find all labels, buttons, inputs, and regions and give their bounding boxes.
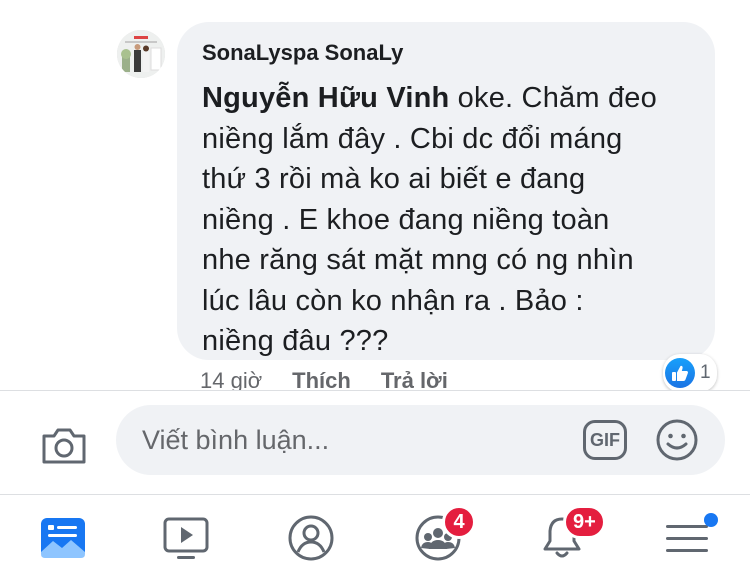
avatar-image — [117, 30, 165, 78]
tab-watch[interactable] — [161, 513, 217, 569]
comment-mention[interactable]: Nguyễn Hữu Vinh — [202, 82, 449, 114]
like-reaction-icon — [665, 358, 695, 388]
menu-new-indicator — [704, 513, 718, 527]
reaction-count: 1 — [700, 362, 711, 383]
comment-line: nhe răng sát mặt mng có ng nhìn — [202, 244, 634, 276]
comment-line: lúc lâu còn ko nhận ra . Bảo : — [202, 284, 584, 317]
groups-badge: 4 — [442, 505, 476, 539]
profile-icon — [288, 515, 334, 561]
comment-line: niềng . E khoe đang niềng toàn — [202, 203, 610, 236]
reaction-summary[interactable]: 1 — [663, 354, 717, 392]
comment-bubble: SonaLyspa SonaLy Nguyễn Hữu Vinh oke. Ch… — [177, 22, 715, 360]
comment-input-placeholder: Viết bình luận... — [142, 424, 330, 455]
comment-composer: Viết bình luận... GIF — [0, 390, 750, 495]
tab-notifications[interactable]: 9+ — [537, 505, 606, 569]
tab-profile[interactable] — [286, 513, 342, 569]
comment-line: niềng đâu ??? — [202, 325, 389, 357]
tab-menu[interactable] — [662, 513, 718, 569]
comment-line: thứ 3 rồi mà ko ai biết e đang — [202, 163, 586, 195]
gif-button[interactable]: GIF — [583, 420, 627, 460]
comment-input[interactable]: Viết bình luận... GIF — [116, 405, 725, 475]
comment-author[interactable]: SonaLyspa SonaLy — [202, 40, 693, 66]
tab-news-feed[interactable] — [38, 513, 94, 569]
commenter-avatar[interactable] — [117, 30, 165, 78]
news-feed-icon — [41, 518, 85, 558]
notifications-badge: 9+ — [563, 505, 606, 539]
comment-line: niềng lắm đây . Cbi dc đổi máng — [202, 122, 623, 155]
bottom-tab-bar: 4 9+ — [0, 494, 750, 585]
tab-groups[interactable]: 4 — [413, 505, 476, 569]
comment-body: Nguyễn Hữu Vinh oke. Chăm đeo niềng lắm … — [202, 78, 693, 362]
emoji-icon[interactable] — [655, 418, 699, 462]
camera-icon[interactable] — [40, 426, 88, 466]
video-icon — [163, 517, 209, 559]
comment-line: oke. Chăm đeo — [449, 82, 657, 114]
